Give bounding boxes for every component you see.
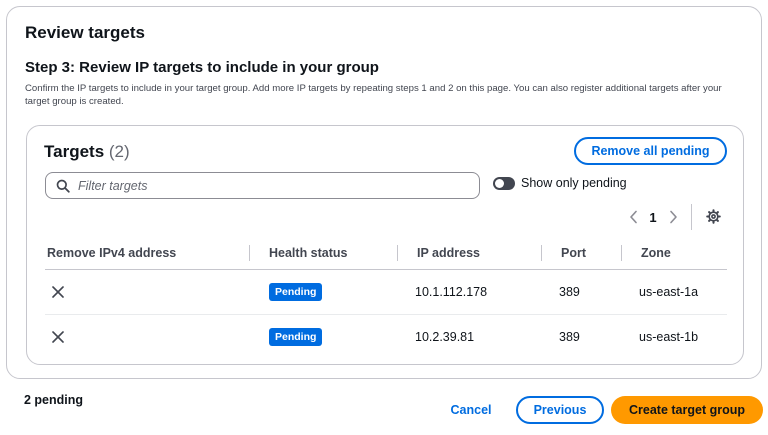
- create-target-group-button[interactable]: Create target group: [611, 396, 763, 424]
- targets-table: Remove IPv4 address Health status IP add…: [45, 236, 727, 358]
- zone-cell: us-east-1b: [639, 329, 699, 344]
- targets-heading: Targets (2): [44, 142, 130, 162]
- step-title: Step 3: Review IP targets to include in …: [25, 59, 379, 76]
- close-icon[interactable]: [52, 286, 64, 298]
- remove-all-pending-button[interactable]: Remove all pending: [574, 137, 727, 165]
- step-description: Confirm the IP targets to include in you…: [25, 83, 722, 107]
- pager-divider: [691, 204, 692, 230]
- health-cell: Pending: [250, 283, 398, 301]
- chevron-left-icon[interactable]: [625, 210, 641, 224]
- targets-count: (2): [108, 142, 130, 161]
- chevron-right-icon[interactable]: [665, 210, 681, 224]
- status-badge: Pending: [269, 283, 323, 301]
- ip-cell: 10.2.39.81: [415, 329, 475, 344]
- column-header-remove[interactable]: Remove IPv4 address: [45, 236, 250, 269]
- table-row: Pending 10.1.112.178 389 us-east-1a: [45, 270, 727, 314]
- ip-cell: 10.1.112.178: [415, 285, 488, 299]
- page-number[interactable]: 1: [641, 210, 665, 225]
- cancel-button[interactable]: Cancel: [446, 398, 496, 422]
- port-cell: 389: [559, 285, 580, 299]
- column-header-health-status[interactable]: Health status: [250, 236, 398, 269]
- health-cell: Pending: [250, 327, 398, 346]
- card-title: Review targets: [25, 23, 145, 42]
- show-only-pending-toggle[interactable]: [493, 176, 515, 190]
- show-only-pending-toggle-group[interactable]: Show only pending: [493, 176, 627, 190]
- filter-targets-search[interactable]: [45, 172, 480, 199]
- column-header-zone[interactable]: Zone: [622, 236, 727, 269]
- targets-panel: Targets (2) Remove all pending Show only…: [26, 125, 744, 365]
- pending-count: 2 pending: [24, 393, 84, 407]
- review-targets-card: Review targets Step 3: Review IP targets…: [6, 6, 762, 379]
- close-icon[interactable]: [52, 330, 64, 343]
- previous-button[interactable]: Previous: [516, 396, 604, 424]
- show-only-pending-label: Show only pending: [521, 176, 627, 190]
- remove-cell: [45, 286, 250, 298]
- filter-targets-input[interactable]: [78, 178, 458, 193]
- table-header: Remove IPv4 address Health status IP add…: [45, 236, 727, 270]
- gear-icon[interactable]: [706, 209, 721, 229]
- status-badge: Pending: [269, 327, 323, 346]
- column-header-ip-address[interactable]: IP address: [398, 236, 542, 269]
- remove-cell: [45, 330, 250, 343]
- zone-cell: us-east-1a: [639, 285, 699, 299]
- search-icon: [56, 179, 70, 193]
- table-row: Pending 10.2.39.81 389 us-east-1b: [45, 314, 727, 358]
- port-cell: 389: [559, 329, 580, 344]
- column-header-port[interactable]: Port: [542, 236, 622, 269]
- targets-title: Targets: [44, 142, 105, 161]
